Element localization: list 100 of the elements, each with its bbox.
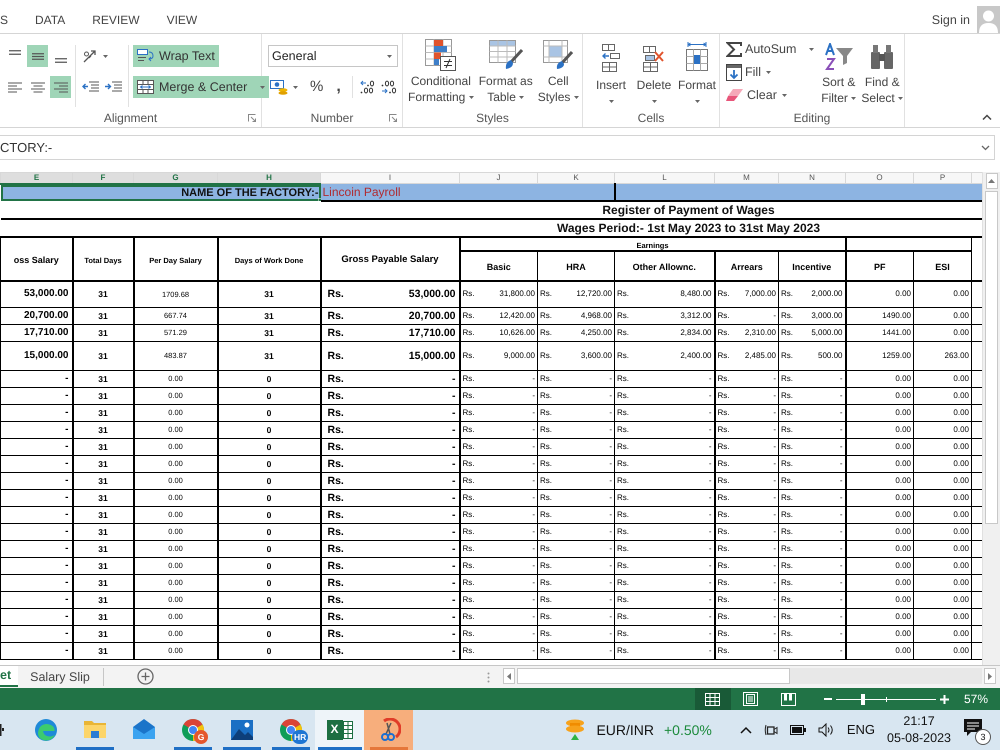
camera-icon[interactable]: [764, 722, 778, 738]
column-header[interactable]: N: [778, 172, 846, 184]
add-sheet-icon[interactable]: [136, 668, 154, 685]
find-select-button[interactable]: Find & Select: [860, 39, 904, 109]
column-header[interactable]: H: [218, 172, 320, 184]
slider-thumb[interactable]: [860, 694, 865, 704]
conditional-formatting-button[interactable]: Conditional Formatting: [406, 38, 476, 109]
currency-label: Rs.: [617, 443, 629, 451]
pf-amount: 0.00: [895, 561, 911, 570]
arrears-amount: -: [773, 647, 776, 655]
currency-label: Rs.: [540, 460, 552, 468]
currency-label: Rs.: [617, 352, 629, 360]
sheet-tab[interactable]: Salary Slip: [18, 668, 104, 686]
days-worked: 0: [266, 560, 272, 571]
incentive-amount: -: [840, 460, 842, 468]
align-right-button[interactable]: [50, 76, 71, 98]
number-format-dropdown[interactable]: General: [268, 45, 398, 67]
taskbar-app-button[interactable]: X: [315, 710, 364, 750]
currency-label: Rs.: [781, 511, 793, 519]
wrap-text-button[interactable]: Wrap Text: [133, 45, 219, 67]
arrears-amount: -: [773, 630, 776, 638]
language-indicator[interactable]: ENG: [846, 722, 876, 738]
column-title: oss Salary: [14, 254, 59, 264]
currency-label: Rs.: [540, 329, 552, 337]
pf-amount: 0.00: [895, 408, 911, 417]
scroll-thumb[interactable]: [985, 191, 998, 524]
clear-button[interactable]: Clear: [726, 85, 787, 105]
clock[interactable]: 21:17 05-08-2023: [887, 713, 951, 747]
view-button[interactable]: [694, 688, 731, 710]
percent-style-button[interactable]: %: [310, 78, 324, 96]
expand-formula-icon[interactable]: [981, 144, 990, 150]
column-header[interactable]: E: [0, 172, 72, 184]
autosum-button[interactable]: AutoSum: [726, 39, 814, 59]
currency-label: Rs.: [328, 458, 344, 470]
volume-icon[interactable]: [818, 723, 835, 737]
currency-label: Rs.: [781, 312, 793, 320]
column-header[interactable]: O: [846, 172, 914, 184]
cell-styles-button[interactable]: Cell Styles: [536, 38, 581, 109]
currency-label: Rs.: [617, 579, 629, 587]
sheet-tab[interactable]: et: [0, 666, 18, 687]
payable-amount: -: [452, 424, 456, 436]
currency-label: Rs.: [617, 596, 629, 604]
scroll-thumb[interactable]: [517, 668, 790, 684]
sign-in-link[interactable]: Sign in: [932, 13, 970, 28]
currency-label: Rs.: [462, 613, 474, 621]
format-button[interactable]: Format: [678, 39, 716, 109]
currency-widget[interactable]: EUR/INR +0.50%: [564, 719, 712, 741]
battery-icon[interactable]: [790, 725, 806, 735]
delete-button[interactable]: Delete: [635, 39, 673, 109]
up-arrow-icon: [988, 179, 995, 183]
collapse-ribbon-button[interactable]: [982, 114, 992, 120]
total-days: 31: [98, 350, 108, 361]
dialog-launcher-icon[interactable]: [389, 114, 397, 122]
column-header[interactable]: G: [134, 172, 218, 184]
ribbon-tab[interactable]: S: [0, 14, 8, 28]
hra-amount: -: [609, 528, 612, 536]
zoom-in-icon[interactable]: [940, 694, 949, 704]
column-header[interactable]: J: [460, 172, 538, 184]
currency-label: Rs.: [781, 630, 793, 638]
gross-salary: 17,710.00: [24, 327, 68, 338]
splitter-handle-icon[interactable]: [487, 672, 490, 683]
currency-label: Rs.: [617, 528, 629, 536]
basic-amount: -: [532, 528, 535, 536]
scroll-left-button[interactable]: [503, 668, 515, 684]
currency-label: Rs.: [328, 374, 344, 384]
column-header[interactable]: K: [538, 172, 614, 184]
rate-change: +0.50%: [664, 722, 712, 738]
ribbon-tab[interactable]: DATA: [35, 14, 66, 28]
column-header[interactable]: F: [72, 172, 134, 184]
column-header[interactable]: I: [320, 172, 460, 184]
merge-center-button[interactable]: Merge & Center: [133, 76, 270, 98]
days-worked: 0: [266, 408, 272, 418]
basic-amount: -: [532, 562, 535, 570]
dialog-launcher-icon[interactable]: [248, 114, 256, 122]
column-header[interactable]: L: [614, 172, 714, 184]
format-as-table-button[interactable]: Format as Table: [476, 38, 535, 109]
task-view-icon[interactable]: [0, 724, 4, 736]
scroll-up-button[interactable]: [986, 173, 998, 189]
horizontal-scrollbar[interactable]: [517, 668, 982, 684]
basic-amount: -: [532, 477, 535, 485]
allowance-amount: -: [708, 562, 712, 570]
ribbon-tab[interactable]: VIEW: [166, 14, 198, 28]
insert-button[interactable]: Insert: [592, 39, 630, 109]
zoom-level: 57%: [964, 691, 988, 708]
scroll-right-button[interactable]: [984, 668, 996, 684]
currency-label: Rs.: [540, 443, 552, 451]
notifications-button[interactable]: 3: [963, 718, 992, 746]
column-header[interactable]: P: [914, 172, 972, 184]
fill-button[interactable]: Fill: [726, 62, 771, 82]
middle-align-button[interactable]: [27, 45, 48, 67]
chevron-up-icon[interactable]: [740, 726, 752, 734]
currency-label: Rs.: [540, 477, 552, 485]
ribbon-tab[interactable]: REVIEW: [92, 14, 140, 28]
gross-salary: -: [65, 509, 68, 520]
days-worked: 0: [266, 526, 272, 537]
caret-icon: [851, 97, 856, 100]
days-worked: 0: [266, 476, 272, 486]
column-header[interactable]: M: [714, 172, 778, 184]
comma-style-button[interactable]: ,: [336, 79, 341, 95]
sort-filter-button[interactable]: Sort & Filter: [816, 39, 860, 109]
